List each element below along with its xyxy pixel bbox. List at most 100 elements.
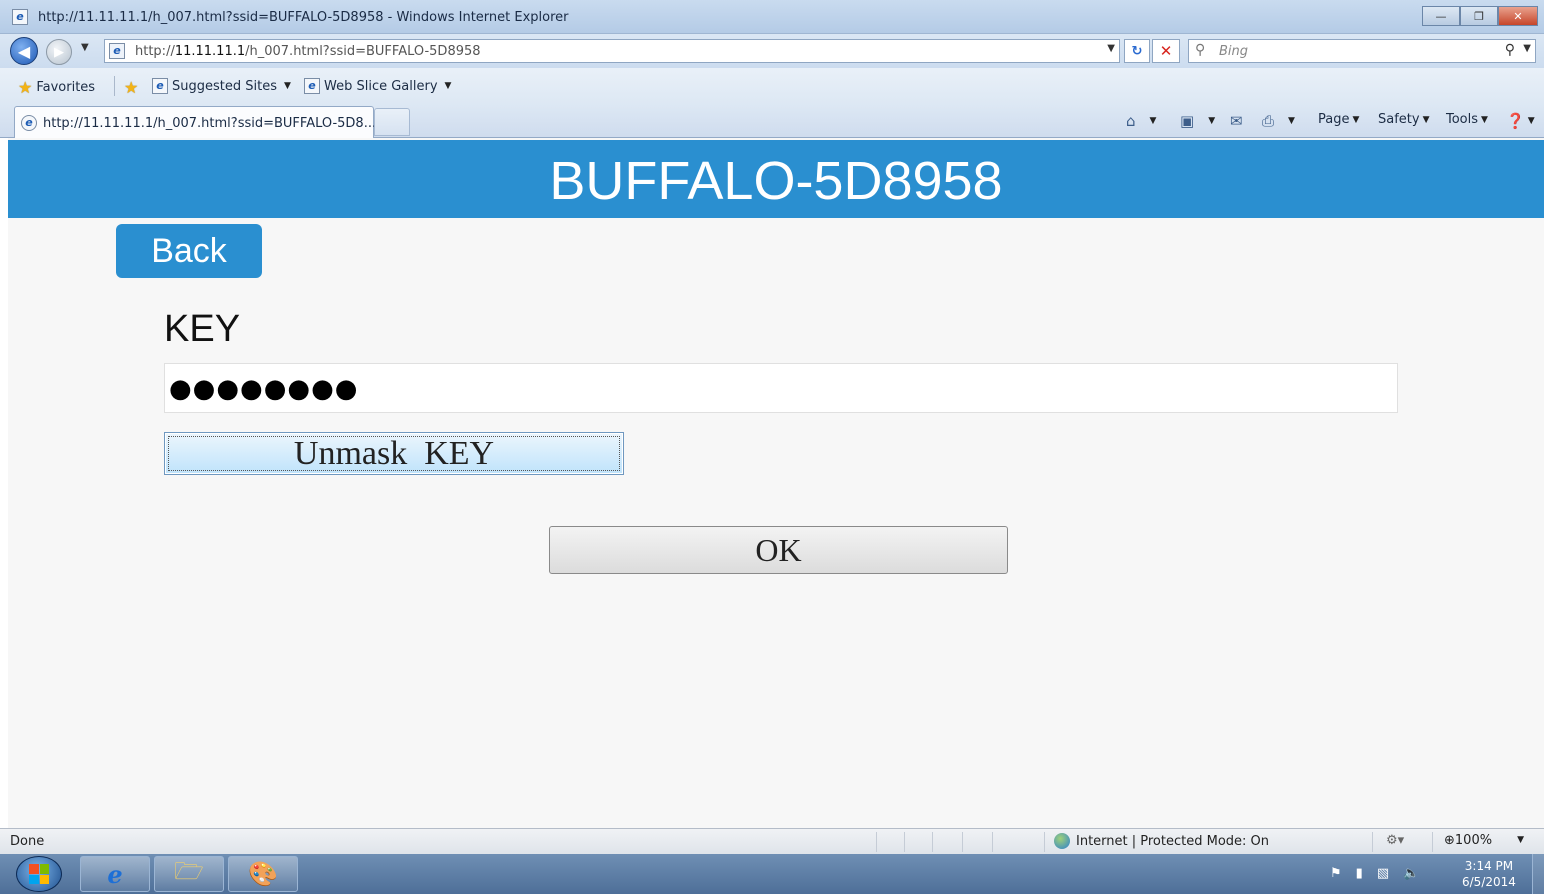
page-menu[interactable]: Page ▼ [1318, 112, 1359, 127]
clock[interactable]: 3:14 PM 6/5/2014 [1462, 858, 1516, 890]
search-placeholder: Bing [1219, 44, 1249, 59]
address-host: 11.11.11.1 [174, 44, 246, 59]
new-tab-button[interactable] [374, 108, 410, 136]
taskbar-explorer-button[interactable]: 🗁 [154, 856, 224, 892]
status-divider [932, 832, 933, 852]
suggested-sites-link[interactable]: e Suggested Sites ▼ [152, 78, 291, 94]
system-tray: ⚑ ▮ ▧ 🔈 [1330, 866, 1419, 881]
feeds-button[interactable]: ▣ ▼ [1180, 112, 1215, 130]
favorites-button[interactable]: ★ Favorites [18, 78, 95, 97]
network-icon[interactable]: ▧ [1377, 866, 1389, 881]
tools-menu-label: Tools [1446, 112, 1479, 127]
globe-icon [1054, 833, 1070, 849]
status-bar: Done Internet | Protected Mode: On ⚙▾ ⊕1… [0, 828, 1544, 854]
toolbar-separator [114, 76, 115, 96]
add-favorite-button[interactable]: ★ [124, 78, 138, 97]
key-label: KEY [164, 308, 241, 350]
start-button[interactable] [16, 856, 62, 892]
status-divider [876, 832, 877, 852]
window-controls: — ❐ ✕ [1422, 6, 1538, 26]
header-band: BUFFALO-5D8958 [8, 140, 1544, 218]
taskbar: e 🗁 🎨 ⚑ ▮ ▧ 🔈 3:14 PM 6/5/2014 [0, 854, 1544, 894]
restore-button[interactable]: ❐ [1460, 6, 1498, 26]
taskbar-ie-button[interactable]: e [80, 856, 150, 892]
help-button[interactable]: ❓ ▼ [1506, 112, 1535, 130]
ie-icon: e [107, 859, 123, 889]
star-icon: ★ [18, 78, 33, 97]
zoom-dropdown-icon[interactable]: ▼ [1517, 835, 1524, 845]
print-button[interactable]: ⎙ ▼ [1262, 112, 1295, 130]
page-menu-label: Page [1318, 112, 1350, 127]
tab-title: http://11.11.11.1/h_007.html?ssid=BUFFAL… [43, 116, 377, 131]
popup-blocker-icon[interactable]: ⚙▾ [1386, 833, 1404, 848]
navigation-bar: ◀ ▶ ▼ e http://11.11.11.1/h_007.html?ssi… [0, 34, 1544, 68]
unmask-key-button[interactable]: Unmask KEY [164, 432, 624, 475]
address-dropdown-icon[interactable]: ▼ [1107, 43, 1115, 54]
browser-forward-button[interactable]: ▶ [46, 39, 72, 65]
printer-icon: ⎙ [1262, 112, 1275, 130]
web-slice-gallery-link[interactable]: e Web Slice Gallery ▼ [304, 78, 451, 94]
search-icon: ⚲ [1195, 42, 1206, 58]
zoom-level[interactable]: ⊕100% [1444, 833, 1492, 848]
status-divider [1372, 832, 1373, 852]
help-icon: ❓ [1506, 112, 1525, 130]
window-title: http://11.11.11.1/h_007.html?ssid=BUFFAL… [38, 10, 569, 25]
refresh-icon: ↻ [1131, 43, 1143, 59]
address-url: http://11.11.11.1/h_007.html?ssid=BUFFAL… [135, 44, 481, 59]
chevron-down-icon: ▼ [283, 81, 291, 91]
chevron-down-icon: ▼ [1149, 116, 1157, 126]
chevron-down-icon: ▼ [1481, 114, 1488, 125]
safety-menu-label: Safety [1378, 112, 1420, 127]
key-input[interactable]: ●●●●●●●● [164, 363, 1398, 413]
refresh-button[interactable]: ↻ [1124, 39, 1150, 63]
tools-menu[interactable]: Tools ▼ [1446, 112, 1488, 127]
safety-menu[interactable]: Safety ▼ [1378, 112, 1430, 127]
browser-back-button[interactable]: ◀ [10, 37, 38, 65]
tab-active[interactable]: e http://11.11.11.1/h_007.html?ssid=BUFF… [14, 106, 377, 138]
chevron-down-icon: ▼ [444, 81, 452, 91]
page-content: BUFFALO-5D8958 Back KEY ●●●●●●●● Unmask … [8, 138, 1544, 828]
mail-icon: ✉ [1230, 112, 1243, 130]
address-prefix: http:// [135, 44, 175, 59]
chevron-down-icon: ▼ [1422, 114, 1430, 125]
window-title-bar: e http://11.11.11.1/h_007.html?ssid=BUFF… [0, 0, 1544, 34]
close-button[interactable]: ✕ [1498, 6, 1538, 26]
volume-icon[interactable]: 🔈 [1403, 866, 1419, 881]
stop-icon: ✕ [1159, 42, 1173, 60]
address-bar[interactable]: e http://11.11.11.1/h_007.html?ssid=BUFF… [104, 39, 1120, 63]
minimize-button[interactable]: — [1422, 6, 1460, 26]
zoom-icon: ⊕ [1444, 833, 1455, 848]
history-dropdown-icon[interactable]: ▼ [81, 42, 89, 53]
back-button[interactable]: Back [116, 224, 262, 278]
status-divider [904, 832, 905, 852]
home-button[interactable]: ⌂ ▼ [1126, 112, 1156, 130]
status-text: Done [10, 834, 45, 849]
taskbar-paint-button[interactable]: 🎨 [228, 856, 298, 892]
chevron-down-icon: ▼ [1352, 114, 1360, 125]
status-divider [1432, 832, 1433, 852]
page-title: BUFFALO-5D8958 [549, 151, 1003, 211]
favorites-bar: ★ Favorites ★ e Suggested Sites ▼ e Web … [0, 68, 1544, 104]
read-mail-button[interactable]: ✉ [1230, 112, 1243, 130]
search-box[interactable]: ⚲ Bing ⚲ ▼ [1188, 39, 1536, 63]
flag-icon[interactable]: ⚑ [1330, 866, 1342, 881]
arrow-right-icon: ▶ [54, 44, 64, 60]
home-icon: ⌂ [1126, 112, 1136, 130]
security-zone-label: Internet | Protected Mode: On [1076, 833, 1270, 849]
power-icon[interactable]: ▮ [1356, 866, 1363, 881]
address-path: /h_007.html?ssid=BUFFALO-5D8958 [245, 44, 481, 59]
folder-icon: 🗁 [174, 856, 204, 885]
tab-bar: e http://11.11.11.1/h_007.html?ssid=BUFF… [0, 104, 1544, 138]
chevron-down-icon: ▼ [1288, 116, 1295, 126]
stop-button[interactable]: ✕ [1152, 39, 1180, 63]
security-zone[interactable]: Internet | Protected Mode: On [1054, 833, 1269, 849]
page-icon: e [109, 43, 125, 59]
rss-icon: ▣ [1180, 112, 1195, 130]
chevron-down-icon: ▼ [1527, 116, 1535, 126]
arrow-left-icon: ◀ [17, 41, 31, 61]
search-dropdown-icon[interactable]: ▼ [1523, 43, 1531, 54]
ok-button[interactable]: OK [549, 526, 1008, 574]
unmask-key-label: Unmask KEY [168, 435, 620, 472]
search-go-icon[interactable]: ⚲ [1505, 42, 1515, 58]
show-desktop-button[interactable] [1532, 854, 1544, 894]
